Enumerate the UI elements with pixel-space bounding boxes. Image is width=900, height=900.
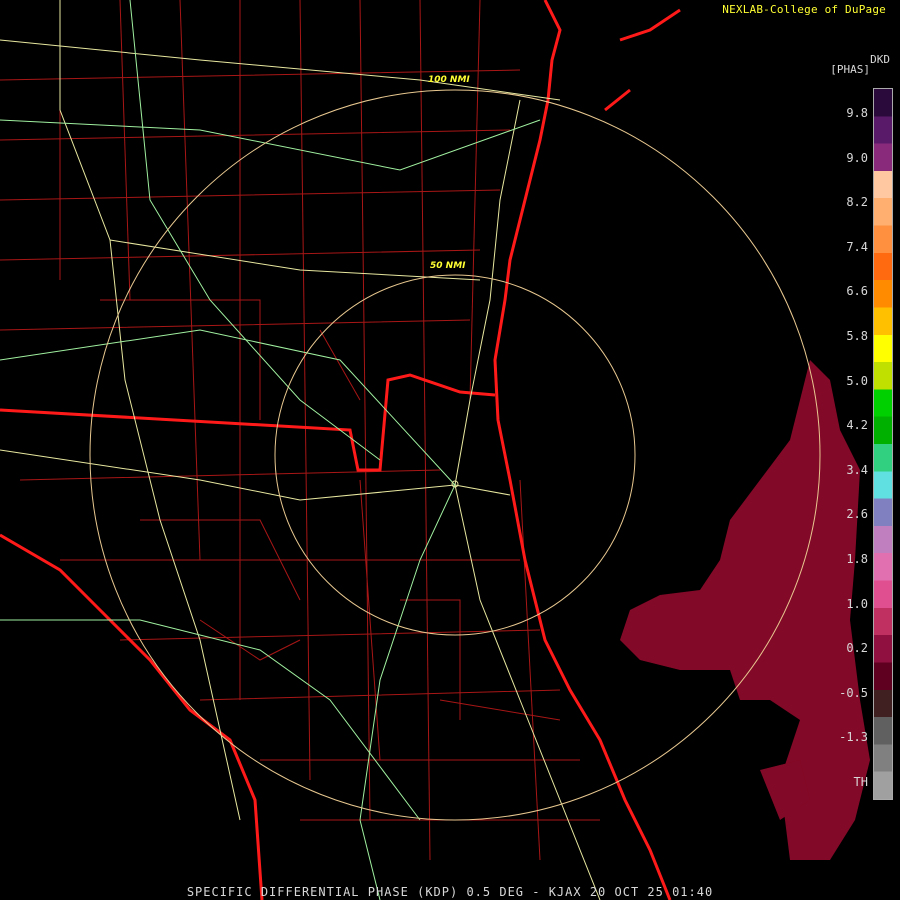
color-scale-tick: 5.8	[846, 329, 868, 343]
color-scale-tick: TH	[853, 775, 868, 789]
ring-label-50: 50 NMI	[430, 261, 466, 271]
color-scale-tick: 8.2	[846, 195, 868, 210]
range-rings	[89, 89, 821, 821]
color-scale-tick: 9.8	[846, 106, 868, 120]
color-scale-tick: 1.0	[846, 596, 868, 611]
credit-label: NEXLAB-College of DuPage	[722, 3, 886, 16]
color-scale-tick: 4.2	[846, 418, 868, 433]
legend-unit: [PHAS]	[830, 63, 870, 76]
color-scale-tick: 3.4	[846, 462, 868, 477]
color-scale-tick: -0.5	[839, 685, 868, 700]
ring-100nmi	[89, 89, 821, 821]
state-borders	[0, 0, 681, 900]
county-borders	[0, 0, 600, 861]
color-scale-tick: 6.6	[846, 284, 868, 299]
ring-50nmi	[274, 274, 636, 636]
color-scale-tick: 9.0	[846, 150, 868, 165]
product-footer: SPECIFIC DIFFERENTIAL PHASE (KDP) 0.5 DE…	[186, 885, 714, 899]
color-scale-tick: -1.3	[839, 730, 868, 745]
color-scale-tick: 2.6	[846, 507, 868, 522]
ring-label-100: 100 NMI	[428, 75, 470, 85]
radar-echoes	[620, 360, 870, 860]
color-scale-bar	[873, 88, 893, 800]
color-scale-tick: 7.4	[846, 239, 868, 254]
color-scale-tick: 1.8	[846, 552, 868, 566]
legend-product-code: DKD	[870, 53, 890, 66]
color-scale-tick: 0.2	[846, 641, 868, 656]
color-scale-tick: 5.0	[846, 373, 868, 388]
radar-map: 50 NMI 100 NMI	[0, 0, 870, 900]
